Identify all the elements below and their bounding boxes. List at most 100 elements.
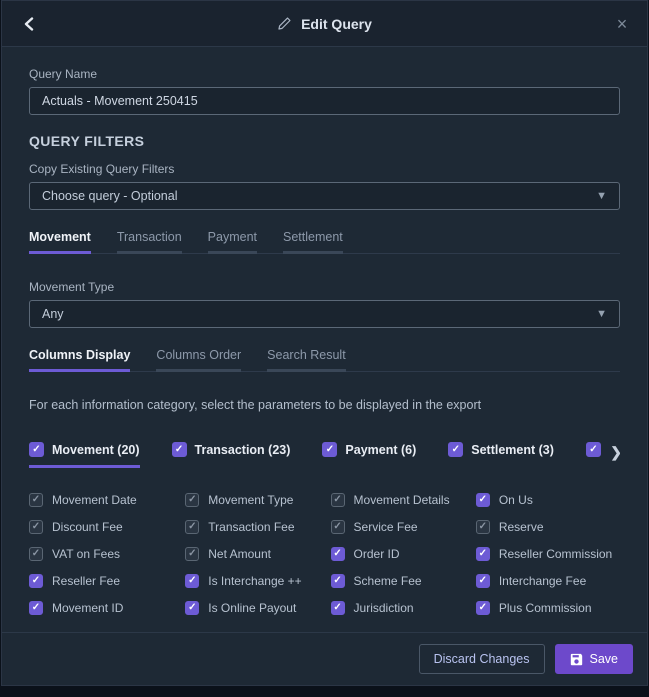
parameter-interchange-fee[interactable]: Interchange Fee — [476, 573, 620, 589]
copy-filters-select[interactable]: Choose query - Optional ▼ — [29, 182, 620, 210]
parameter-label: Reserve — [499, 520, 544, 534]
category-transaction[interactable]: Transaction (23) — [172, 442, 291, 468]
checkbox-icon[interactable] — [322, 442, 337, 457]
category-payment[interactable]: Payment (6) — [322, 442, 416, 468]
parameter-label: Movement Type — [208, 493, 293, 507]
checkbox-icon[interactable] — [172, 442, 187, 457]
checkbox-icon[interactable] — [476, 574, 490, 588]
movement-type-value: Any — [42, 307, 64, 321]
tab-label: Payment — [208, 230, 257, 244]
scroll-right-chevron-icon[interactable]: ❯ — [606, 444, 620, 461]
checkbox-icon[interactable] — [331, 574, 345, 588]
modal-footer: Discard Changes Save — [2, 632, 647, 685]
parameter-label: Plus Commission — [499, 601, 592, 615]
query-filters-heading: QUERY FILTERS — [29, 133, 620, 149]
parameter-reseller-commission[interactable]: Reseller Commission — [476, 546, 620, 562]
checkbox-icon[interactable] — [476, 601, 490, 615]
parameter-on-us[interactable]: On Us — [476, 492, 620, 508]
parameter-vat-on-fees[interactable]: VAT on Fees — [29, 546, 177, 562]
parameter-movement-date[interactable]: Movement Date — [29, 492, 177, 508]
parameter-service-fee[interactable]: Service Fee — [331, 519, 468, 535]
parameter-discount-fee[interactable]: Discount Fee — [29, 519, 177, 535]
edit-query-modal: Edit Query × Query Name QUERY FILTERS Co… — [1, 0, 648, 686]
parameter-label: Movement Details — [354, 493, 450, 507]
chevron-left-icon — [23, 17, 35, 31]
parameter-label: Reseller Commission — [499, 547, 612, 561]
parameter-label: On Us — [499, 493, 533, 507]
parameter-transaction-fee[interactable]: Transaction Fee — [185, 519, 322, 535]
pencil-icon — [277, 16, 292, 31]
checkbox-icon[interactable] — [185, 601, 199, 615]
tab-label: Search Result — [267, 348, 346, 362]
checkbox-icon[interactable] — [185, 547, 199, 561]
movement-type-select[interactable]: Any ▼ — [29, 300, 620, 328]
category-settlement[interactable]: Settlement (3) — [448, 442, 554, 468]
parameter-label: Service Fee — [354, 520, 418, 534]
category-label: Payment (6) — [345, 443, 416, 457]
checkbox-icon[interactable] — [185, 574, 199, 588]
checkbox-icon[interactable] — [448, 442, 463, 457]
parameter-reseller-fee[interactable]: Reseller Fee — [29, 573, 177, 589]
parameter-jurisdiction[interactable]: Jurisdiction — [331, 600, 468, 616]
tab-settlement[interactable]: Settlement — [283, 230, 343, 254]
parameter-label: Net Amount — [208, 547, 271, 561]
category-checkbox-row: Movement (20) Transaction (23) Payment (… — [29, 442, 620, 468]
save-button[interactable]: Save — [555, 644, 634, 674]
parameter-label: Interchange Fee — [499, 574, 586, 588]
checkbox-icon[interactable] — [476, 547, 490, 561]
view-tabs: Columns Display Columns Order Search Res… — [29, 348, 620, 372]
parameter-movement-details[interactable]: Movement Details — [331, 492, 468, 508]
checkbox-icon[interactable] — [476, 520, 490, 534]
tab-columns-display[interactable]: Columns Display — [29, 348, 130, 372]
checkbox-icon[interactable] — [331, 493, 345, 507]
category-label: Settlement (3) — [471, 443, 554, 457]
modal-title-group: Edit Query — [277, 16, 372, 32]
checkbox-icon[interactable] — [185, 520, 199, 534]
parameter-label: Order ID — [354, 547, 400, 561]
checkbox-icon[interactable] — [29, 520, 43, 534]
checkbox-icon[interactable] — [476, 493, 490, 507]
parameter-is-interchange-plus-plus[interactable]: Is Interchange ++ — [185, 573, 322, 589]
checkbox-icon[interactable] — [331, 547, 345, 561]
checkbox-icon[interactable] — [29, 601, 43, 615]
tab-payment[interactable]: Payment — [208, 230, 257, 254]
chevron-down-icon: ▼ — [596, 308, 607, 320]
tab-movement[interactable]: Movement — [29, 230, 91, 254]
checkbox-icon[interactable] — [586, 442, 601, 457]
parameter-label: Discount Fee — [52, 520, 123, 534]
parameter-reserve[interactable]: Reserve — [476, 519, 620, 535]
discard-changes-label: Discard Changes — [434, 652, 530, 666]
parameter-scheme-fee[interactable]: Scheme Fee — [331, 573, 468, 589]
parameter-movement-type[interactable]: Movement Type — [185, 492, 322, 508]
checkbox-icon[interactable] — [331, 601, 345, 615]
parameter-net-amount[interactable]: Net Amount — [185, 546, 322, 562]
parameter-plus-commission[interactable]: Plus Commission — [476, 600, 620, 616]
modal-header: Edit Query × — [2, 1, 647, 47]
query-name-input[interactable] — [29, 87, 620, 115]
parameter-is-online-payout[interactable]: Is Online Payout — [185, 600, 322, 616]
close-icon: × — [617, 14, 628, 35]
parameter-movement-id[interactable]: Movement ID — [29, 600, 177, 616]
tab-transaction[interactable]: Transaction — [117, 230, 182, 254]
parameter-label: Transaction Fee — [208, 520, 294, 534]
parameter-order-id[interactable]: Order ID — [331, 546, 468, 562]
checkbox-icon[interactable] — [331, 520, 345, 534]
checkbox-icon[interactable] — [29, 493, 43, 507]
category-movement[interactable]: Movement (20) — [29, 442, 140, 468]
filter-category-tabs: Movement Transaction Payment Settlement — [29, 230, 620, 254]
checkbox-icon[interactable] — [185, 493, 199, 507]
discard-changes-button[interactable]: Discard Changes — [419, 644, 545, 674]
checkbox-icon[interactable] — [29, 574, 43, 588]
movement-type-label: Movement Type — [29, 280, 620, 294]
save-label: Save — [590, 652, 619, 666]
checkbox-icon[interactable] — [29, 547, 43, 561]
back-button[interactable] — [18, 13, 40, 35]
tab-search-result[interactable]: Search Result — [267, 348, 346, 372]
tab-columns-order[interactable]: Columns Order — [156, 348, 241, 372]
checkbox-icon[interactable] — [29, 442, 44, 457]
close-button[interactable]: × — [611, 13, 633, 35]
parameter-label: Is Online Payout — [208, 601, 296, 615]
query-name-label: Query Name — [29, 67, 620, 81]
save-icon — [570, 653, 583, 666]
tab-label: Movement — [29, 230, 91, 244]
